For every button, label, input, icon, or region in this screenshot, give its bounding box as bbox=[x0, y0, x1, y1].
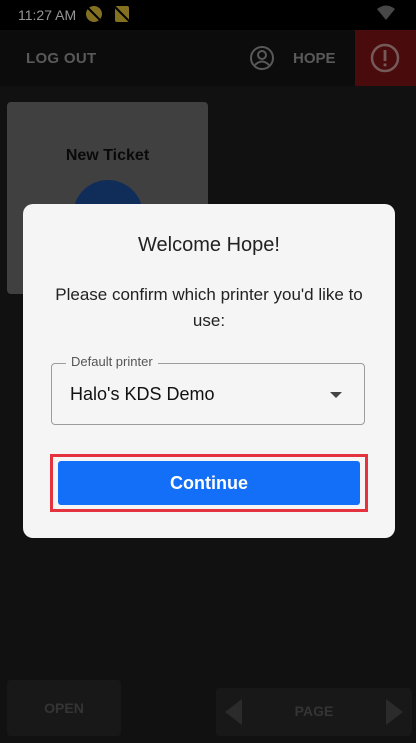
printer-select-label: Default printer bbox=[66, 354, 158, 369]
welcome-dialog: Welcome Hope! Please confirm which print… bbox=[23, 204, 395, 538]
dialog-message: Please confirm which printer you'd like … bbox=[55, 285, 363, 330]
continue-highlight: Continue bbox=[50, 454, 368, 512]
printer-select[interactable]: Default printer Halo's KDS Demo bbox=[51, 354, 365, 425]
dialog-title: Welcome Hope! bbox=[138, 234, 280, 256]
caret-down-icon bbox=[330, 392, 342, 398]
continue-button[interactable]: Continue bbox=[58, 461, 360, 505]
printer-select-value: Halo's KDS Demo bbox=[70, 384, 215, 404]
